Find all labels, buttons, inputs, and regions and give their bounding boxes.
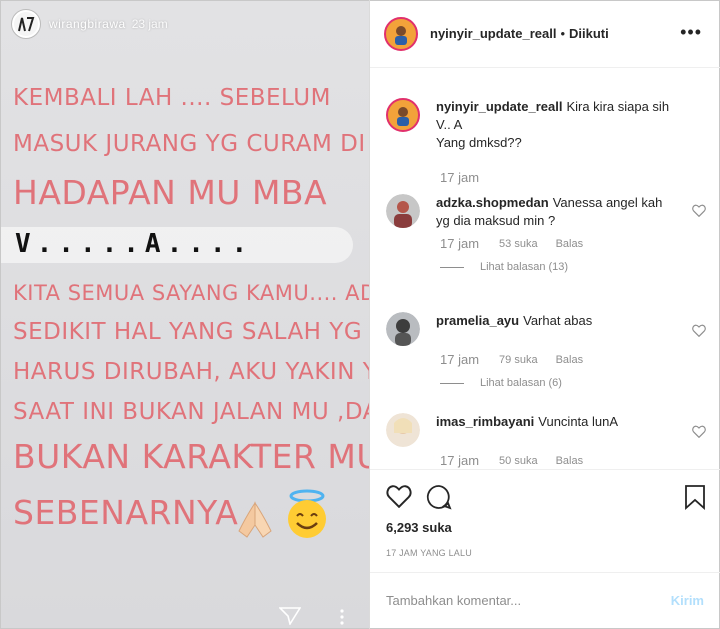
comment-time[interactable]: 17 jam — [440, 352, 479, 367]
avatar[interactable] — [386, 413, 420, 447]
comment-body: adzka.shopmedan Vanessa angel kah yg dia … — [436, 194, 671, 230]
reply-button[interactable]: Balas — [556, 238, 584, 250]
replies-dash — [440, 266, 464, 268]
story-line: BUKAN KARAKTER MU — [13, 437, 369, 476]
follow-status[interactable]: Diikuti — [569, 26, 609, 41]
view-replies[interactable]: Lihat balasan (13) — [440, 261, 706, 273]
story-line: SEDIKIT HAL YANG SALAH YG — [13, 319, 363, 345]
more-horizontal-icon[interactable]: ••• — [680, 22, 702, 43]
comment-input[interactable] — [386, 593, 671, 608]
comment-body: imas_rimbayani Vuncinta lunA — [436, 413, 671, 447]
caption-meta: 17 jam — [440, 170, 706, 185]
post-actions: 6,293 suka 17 JAM YANG LALU — [370, 469, 720, 569]
story-line: HARUS DIRUBAH, AKU YAKIN YG — [13, 359, 369, 385]
avatar[interactable] — [386, 98, 420, 132]
likes-count[interactable]: 6,293 suka — [386, 520, 452, 535]
caption-time[interactable]: 17 jam — [440, 170, 479, 185]
avatar[interactable] — [384, 16, 418, 51]
caption: nyinyir_update_reall Kira kira siapa sih … — [386, 98, 706, 185]
story-image: wirangbirawa 23 jam KEMBALI LAH .... SEB… — [1, 1, 369, 628]
comment-likes[interactable]: 53 suka — [499, 238, 538, 250]
comment-meta: 17 jam 53 suka Balas — [440, 236, 706, 251]
list-item: imas_rimbayani Vuncinta lunA 17 jam 50 su… — [386, 413, 706, 468]
more-vertical-icon[interactable] — [339, 609, 345, 628]
story-line: SAAT INI BUKAN JALAN MU ,DAN — [13, 399, 369, 425]
comment-text: Varhat abas — [523, 313, 593, 328]
post-timestamp[interactable]: 17 JAM YANG LALU — [386, 548, 472, 558]
heart-icon[interactable] — [386, 484, 412, 515]
comment-likes[interactable]: 50 suka — [499, 455, 538, 467]
story-highlight-text: V.....A.... — [15, 229, 254, 259]
view-replies[interactable]: Lihat balasan (6) — [440, 377, 706, 389]
comment-body: pramelia_ayu Varhat abas — [436, 312, 671, 346]
comment-username[interactable]: adzka.shopmedan — [436, 195, 549, 210]
story-line: MASUK JURANG YG CURAM DI — [13, 131, 366, 157]
heart-icon[interactable] — [692, 425, 706, 443]
reply-button[interactable]: Balas — [556, 354, 584, 366]
avatar[interactable] — [386, 312, 420, 346]
story-line: HADAPAN MU MBA — [13, 173, 328, 212]
post-username[interactable]: nyinyir_update_reall — [430, 26, 556, 41]
story-line: SEBENARNYA — [13, 493, 239, 532]
comment-meta: 17 jam 50 suka Balas — [440, 453, 706, 468]
story-header: wirangbirawa 23 jam — [11, 9, 168, 39]
heart-icon[interactable] — [692, 324, 706, 342]
comment-composer: Kirim — [370, 572, 720, 628]
caption-body: nyinyir_update_reall Kira kira siapa sih … — [436, 98, 671, 152]
replies-dash — [440, 382, 464, 384]
story-username[interactable]: wirangbirawa — [49, 17, 126, 31]
praying-hands-icon — [233, 499, 277, 544]
story-time: 23 jam — [131, 17, 168, 31]
caption-text-2: Yang dmksd?? — [436, 135, 522, 150]
separator: • — [560, 26, 566, 41]
reply-button[interactable]: Balas — [556, 455, 584, 467]
comment-time[interactable]: 17 jam — [440, 236, 479, 251]
post-header: nyinyir_update_reall • Diikuti ••• — [370, 0, 720, 68]
comment-time[interactable]: 17 jam — [440, 453, 479, 468]
smiling-halo-icon — [283, 489, 331, 544]
list-item: pramelia_ayu Varhat abas 17 jam 79 suka B… — [386, 312, 706, 389]
story-line: KEMBALI LAH .... SEBELUM — [13, 85, 331, 111]
view-replies-label[interactable]: Lihat balasan (13) — [480, 261, 568, 273]
view-replies-label[interactable]: Lihat balasan (6) — [480, 377, 562, 389]
comment-text: Vuncinta lunA — [538, 414, 619, 429]
story-avatar[interactable] — [11, 9, 41, 39]
comment-username[interactable]: pramelia_ayu — [436, 313, 519, 328]
bookmark-icon[interactable] — [684, 484, 706, 515]
action-icons — [386, 484, 466, 515]
comment-meta: 17 jam 79 suka Balas — [440, 352, 706, 367]
comment-icon[interactable] — [426, 484, 452, 515]
heart-icon[interactable] — [692, 204, 706, 222]
avatar[interactable] — [386, 194, 420, 228]
send-comment-button[interactable]: Kirim — [671, 593, 704, 608]
list-item: adzka.shopmedan Vanessa angel kah yg dia … — [386, 194, 706, 273]
comment-likes[interactable]: 79 suka — [499, 354, 538, 366]
send-icon[interactable] — [278, 607, 302, 628]
story-line: KITA SEMUA SAYANG KAMU.... ADA — [13, 281, 369, 305]
comments-list: nyinyir_update_reall Kira kira siapa sih … — [370, 68, 720, 468]
comment-username[interactable]: imas_rimbayani — [436, 414, 534, 429]
caption-username[interactable]: nyinyir_update_reall — [436, 99, 562, 114]
